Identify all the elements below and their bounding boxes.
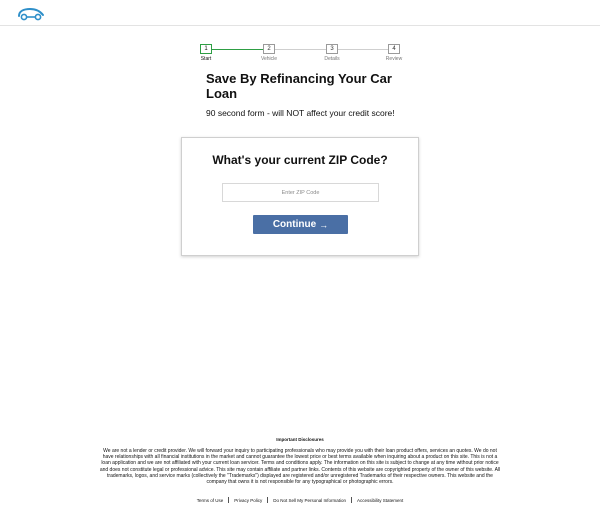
step-2-label: Vehicle bbox=[260, 56, 278, 62]
top-header bbox=[0, 0, 600, 26]
step-connector bbox=[338, 49, 388, 50]
disclosures-heading: Important Disclosures bbox=[276, 437, 324, 442]
step-1-label: Start bbox=[200, 56, 212, 62]
step-connector bbox=[275, 49, 326, 50]
step-3-label: Details bbox=[324, 56, 340, 62]
disclosures-text: We are not a lender or credit provider. … bbox=[99, 448, 501, 486]
terms-of-use-link[interactable]: Terms of Use bbox=[192, 498, 229, 503]
step-2-box: 2 bbox=[263, 44, 275, 54]
footer-links: Terms of Use Privacy Policy Do Not Sell … bbox=[0, 496, 600, 504]
zip-form-card: What's your current ZIP Code? Continue → bbox=[181, 137, 419, 256]
continue-label: Continue bbox=[272, 219, 317, 230]
zip-code-input[interactable] bbox=[222, 183, 379, 202]
continue-button[interactable]: Continue → bbox=[253, 215, 348, 234]
accessibility-statement-link[interactable]: Accessibility Statement bbox=[352, 498, 408, 503]
zip-question: What's your current ZIP Code? bbox=[212, 153, 388, 167]
page-subtitle: 90 second form - will NOT affect your cr… bbox=[206, 108, 395, 118]
privacy-policy-link[interactable]: Privacy Policy bbox=[229, 498, 267, 503]
progress-stepper: 1 2 3 4 Start Vehicle Details Review bbox=[200, 44, 402, 64]
page-title: Save By Refinancing Your Car Loan bbox=[206, 71, 392, 101]
step-connector bbox=[212, 49, 263, 50]
step-1-box: 1 bbox=[200, 44, 212, 54]
step-4-box: 4 bbox=[388, 44, 400, 54]
do-not-sell-link[interactable]: Do Not Sell My Personal Information bbox=[268, 498, 351, 503]
step-3-box: 3 bbox=[326, 44, 338, 54]
arrow-right-icon: → bbox=[319, 219, 329, 230]
car-key-logo-icon[interactable] bbox=[16, 7, 46, 21]
step-4-label: Review bbox=[385, 56, 403, 62]
